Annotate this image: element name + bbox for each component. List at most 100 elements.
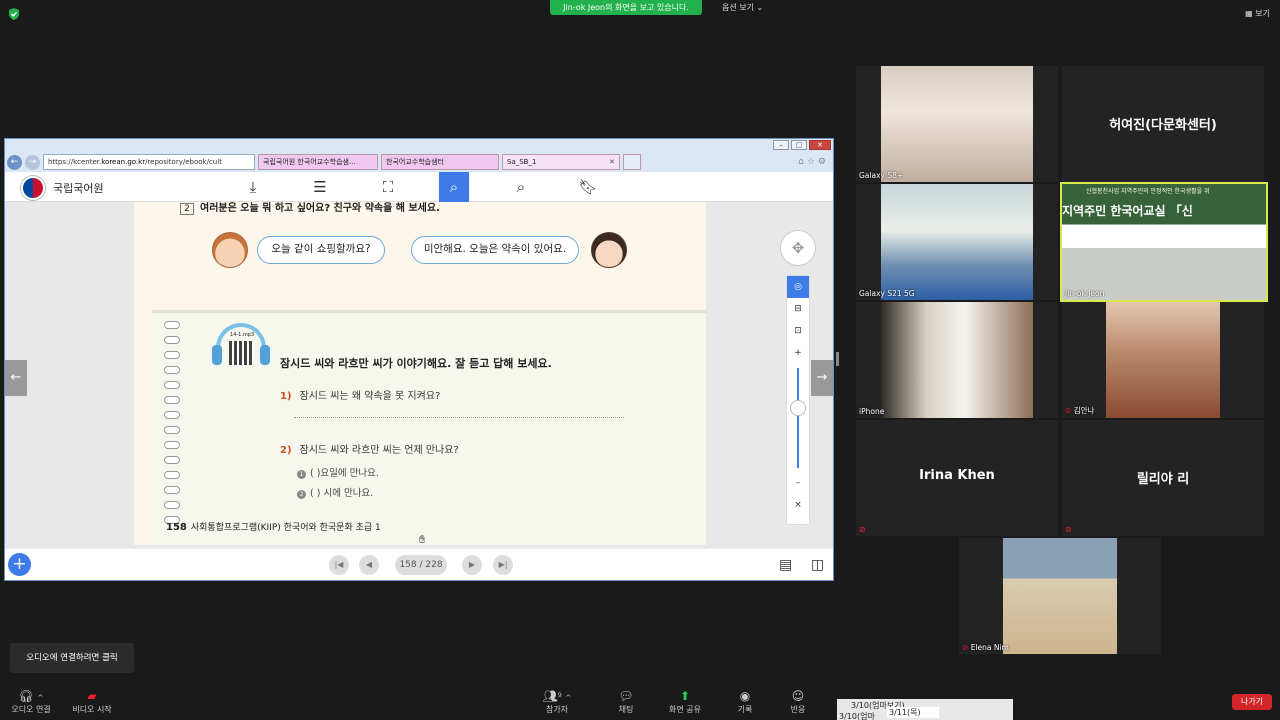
minimize-icon[interactable]: –: [773, 140, 789, 150]
two-page-icon[interactable]: ◫: [811, 557, 824, 573]
panel-divider[interactable]: [836, 352, 839, 366]
muted-mic-icon: ⊘: [859, 525, 866, 534]
speech-bubble-left: 오늘 같이 쇼핑할까요?: [257, 236, 385, 264]
close-tab-icon[interactable]: ✕: [609, 155, 615, 169]
fit-width-icon[interactable]: ⊟: [787, 298, 809, 320]
participants-button[interactable]: 👥︎9 ^ 참가자: [532, 688, 582, 715]
option-2: 2 ( ) 시에 만나요.: [297, 485, 373, 499]
maximize-icon[interactable]: ▢: [791, 140, 807, 150]
record-button[interactable]: ◉ 기록: [720, 688, 770, 715]
participant-tile[interactable]: Galaxy S21 5G: [856, 184, 1058, 300]
view-toggle-button[interactable]: ▦ 보기: [1245, 8, 1270, 19]
audio-track-label: 14-1.mp3: [230, 332, 255, 338]
participant-name: Jin-ok Jeon: [1065, 289, 1105, 298]
site-logo[interactable]: 국립국어원: [53, 180, 104, 196]
participant-tile[interactable]: Irina Khen ⊘: [856, 420, 1058, 536]
participant-tile[interactable]: ⊘ Elena Nim: [959, 538, 1161, 654]
last-page-icon[interactable]: ▶|: [493, 555, 513, 575]
share-screen-button[interactable]: ⬆ 화면 공유: [660, 688, 710, 715]
zoom-controls: ◎ ⊟ ⊡ + – ×: [786, 275, 810, 525]
zoom-slider[interactable]: [790, 368, 806, 468]
thumbnail-icon[interactable]: ▤: [779, 557, 792, 573]
button-label: 화면 공유: [669, 705, 701, 714]
participant-tile[interactable]: ⊘ 김안나: [1062, 302, 1264, 418]
zoom-slider-knob[interactable]: [790, 400, 806, 416]
security-shield-icon[interactable]: [8, 8, 20, 20]
browser-tab-3[interactable]: Sa_SB_1 ✕: [502, 154, 620, 170]
participant-tile[interactable]: 허여진(다문화센터): [1062, 66, 1264, 182]
next-page-arrow-icon[interactable]: →: [811, 360, 833, 396]
participant-tile[interactable]: iPhone: [856, 302, 1058, 418]
add-button[interactable]: +: [8, 553, 31, 576]
active-speaker-tile[interactable]: 신협봉천사업 지역주민의 안정적인 한국생활을 위 지역주민 한국어교실 「신 …: [1060, 182, 1268, 302]
chevron-up-icon[interactable]: ^: [566, 694, 572, 702]
first-page-icon[interactable]: |◀: [329, 555, 349, 575]
leave-button[interactable]: 나가기: [1232, 694, 1272, 710]
answer-line: [294, 417, 624, 418]
boy-avatar: [212, 232, 248, 268]
browser-tab-1[interactable]: 국립국어원 한국어교수학습샘...: [258, 154, 378, 170]
address-bar[interactable]: https://kcenter.korean.go.kr/repository/…: [43, 154, 255, 170]
close-icon[interactable]: ✕: [809, 140, 831, 150]
government-emblem-icon: [21, 176, 45, 200]
participant-name: 릴리야 리: [1136, 472, 1190, 487]
button-label: 참가자: [545, 705, 569, 714]
headphone-qr-icon[interactable]: 14-1.mp3: [212, 321, 270, 371]
participant-tile[interactable]: 릴리야 리 ⊘: [1062, 420, 1264, 536]
qr-code: [229, 341, 253, 365]
ebook-viewer[interactable]: 2 여러분은 오늘 뭐 하고 싶어요? 친구와 약속을 해 보세요. 오늘 같이 …: [5, 202, 833, 549]
taskbar-item[interactable]: 3/11(목): [887, 707, 939, 718]
record-icon: ◉: [739, 689, 751, 703]
browser-tab-2[interactable]: 한국어교수학습샘터: [381, 154, 499, 170]
participant-name: Irina Khen: [919, 468, 995, 483]
participant-count: 9: [557, 692, 562, 699]
zoom-plus-icon[interactable]: +: [787, 342, 809, 364]
participant-video: 신협봉천사업 지역주민의 안정적인 한국생활을 위 지역주민 한국어교실 「신: [1062, 184, 1266, 300]
zoom-minus-icon[interactable]: –: [787, 472, 809, 494]
ebook-page-bar: + |◀ ◀ 158 / 228 ▶ ▶| ▤ ◫: [5, 548, 833, 580]
fullscreen-icon[interactable]: ⛶: [373, 172, 403, 202]
home-icon[interactable]: ⌂: [798, 157, 807, 167]
fit-height-icon[interactable]: ⊡: [787, 320, 809, 342]
back-icon[interactable]: ←: [7, 154, 22, 170]
button-label: 비디오 시작: [72, 705, 112, 714]
sub-text: 잠시드 씨는 왜 약속을 못 지켜요?: [299, 391, 441, 402]
main-question: 잠시드 씨와 라흐만 씨가 이야기해요. 잘 듣고 답해 보세요.: [280, 357, 552, 370]
close-zoom-icon[interactable]: ×: [787, 494, 809, 516]
page-indicator[interactable]: 158 / 228: [395, 555, 447, 575]
chat-button[interactable]: 💬︎ 채팅: [601, 688, 651, 715]
sub-number: 2): [280, 445, 292, 456]
download-icon[interactable]: ⤓: [238, 172, 268, 202]
new-tab-button[interactable]: [623, 154, 641, 170]
headphone-icon: 🎧︎ ^: [18, 689, 44, 703]
bookmark-icon[interactable]: 🔖︎: [573, 172, 603, 202]
start-video-button[interactable]: ▰ 비디오 시작: [67, 688, 117, 715]
url-host: korean.go.kr: [101, 158, 146, 166]
participant-tile[interactable]: Galaxy S8+: [856, 66, 1058, 182]
previous-page-arrow-icon[interactable]: ←: [5, 360, 27, 396]
ebook-toolbar: 국립국어원 ⤓ ☰ ⛶ ⌕ ⌕ 🔖︎: [5, 172, 833, 202]
taskbar-item[interactable]: 3/10(엄마: [839, 711, 875, 720]
settings-icon[interactable]: ⚙: [818, 157, 829, 167]
muted-mic-icon: ⊘: [1065, 406, 1072, 415]
sub-text: 잠시드 씨와 라흐만 씨는 언제 만나요?: [299, 445, 459, 456]
view-options-button[interactable]: 옵션 보기 ⌄: [722, 2, 763, 13]
pan-control-icon[interactable]: ✥: [780, 230, 816, 266]
prev-page-icon[interactable]: ◀: [359, 555, 379, 575]
top-question: 2 여러분은 오늘 뭐 하고 싶어요? 친구와 약속을 해 보세요.: [180, 202, 440, 215]
favorites-icon[interactable]: ☆: [807, 157, 818, 167]
search-icon[interactable]: ⌕: [506, 172, 536, 202]
ebook-page: 2 여러분은 오늘 뭐 하고 싶어요? 친구와 약속을 해 보세요. 오늘 같이 …: [134, 202, 706, 546]
list-icon[interactable]: ☰: [305, 172, 335, 202]
reactions-button[interactable]: ☺ 반응: [773, 688, 823, 715]
page-number: 158: [166, 522, 187, 533]
audio-connect-button[interactable]: 🎧︎ ^ 오디오 연결: [6, 688, 56, 715]
chevron-up-icon[interactable]: ^: [38, 694, 44, 702]
participant-video: [881, 184, 1033, 300]
grid-icon: ▦: [1245, 9, 1256, 18]
taskbar-preview: 3/10(엄마보기) 3/11(목) 3/10(엄마: [837, 699, 1013, 720]
zoom-in-icon[interactable]: ⌕: [439, 172, 469, 202]
fit-icon[interactable]: ◎: [787, 276, 809, 298]
forward-icon[interactable]: →: [25, 154, 40, 170]
next-page-icon[interactable]: ▶: [462, 555, 482, 575]
